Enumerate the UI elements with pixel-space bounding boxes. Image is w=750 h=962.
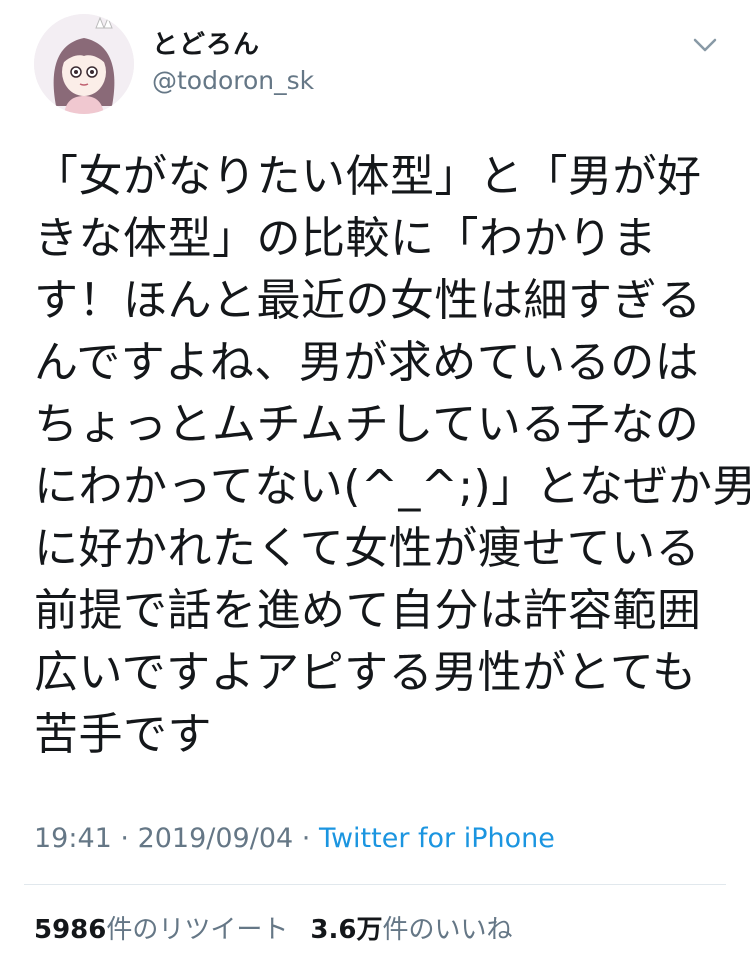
retweet-label: 件のリツイート bbox=[106, 915, 289, 945]
user-handle[interactable]: @todoron_sk bbox=[152, 64, 314, 98]
avatar[interactable] bbox=[34, 14, 134, 114]
tweet-text-line: 「女がなりたい体型」と「男が好 bbox=[34, 151, 702, 202]
tweet-text-line: にわかってない(^_^;)」となぜか男 bbox=[34, 461, 750, 512]
like-count: 3.6万 bbox=[310, 915, 383, 945]
tweet-meta: 19:41 · 2019/09/04 · Twitter for iPhone bbox=[34, 819, 555, 859]
like-stat[interactable]: 3.6万件のいいね bbox=[310, 915, 512, 945]
meta-separator: · bbox=[293, 823, 319, 854]
tweet-text-line: す！ほんと最近の女性は細すぎる bbox=[34, 275, 702, 326]
tweet-text-line: 苦手です bbox=[34, 709, 212, 760]
tweet-header: とどろん @todoron_sk bbox=[34, 14, 724, 114]
tweet-text-line: 広いですよアピする男性がとても bbox=[34, 647, 697, 698]
tweet-text-line: に好かれたくて女性が痩せている bbox=[34, 523, 701, 574]
tweet-stats: 5986件のリツイート 3.6万件のいいね bbox=[34, 910, 512, 950]
like-label: 件のいいね bbox=[382, 915, 513, 945]
tweet-date: 2019/09/04 bbox=[137, 823, 294, 854]
retweet-count: 5986 bbox=[34, 915, 107, 945]
tweet-text: 「女がなりたい体型」と「男が好 きな体型」の比較に「わかりま す！ほんと最近の女… bbox=[34, 146, 750, 766]
tweet-text-line: きな体型」の比較に「わかりま bbox=[34, 213, 657, 264]
chevron-down-icon[interactable] bbox=[688, 28, 722, 62]
avatar-illustration bbox=[34, 14, 134, 114]
meta-separator: · bbox=[111, 823, 138, 854]
user-meta: とどろん @todoron_sk bbox=[152, 28, 314, 98]
tweet-source-link[interactable]: Twitter for iPhone bbox=[319, 823, 555, 854]
tweet-text-line: んですよね、男が求めているのは bbox=[34, 337, 700, 388]
tweet-detail: とどろん @todoron_sk 「女がなりたい体型」と「男が好 きな体型」の比… bbox=[0, 0, 750, 962]
display-name[interactable]: とどろん bbox=[152, 28, 314, 62]
tweet-text-line: 前提で話を進めて自分は許容範囲 bbox=[34, 585, 702, 636]
retweet-stat[interactable]: 5986件のリツイート bbox=[34, 915, 288, 945]
tweet-text-line: ちょっとムチムチしている子なの bbox=[34, 399, 700, 450]
divider bbox=[24, 884, 726, 885]
tweet-time: 19:41 bbox=[34, 823, 112, 854]
